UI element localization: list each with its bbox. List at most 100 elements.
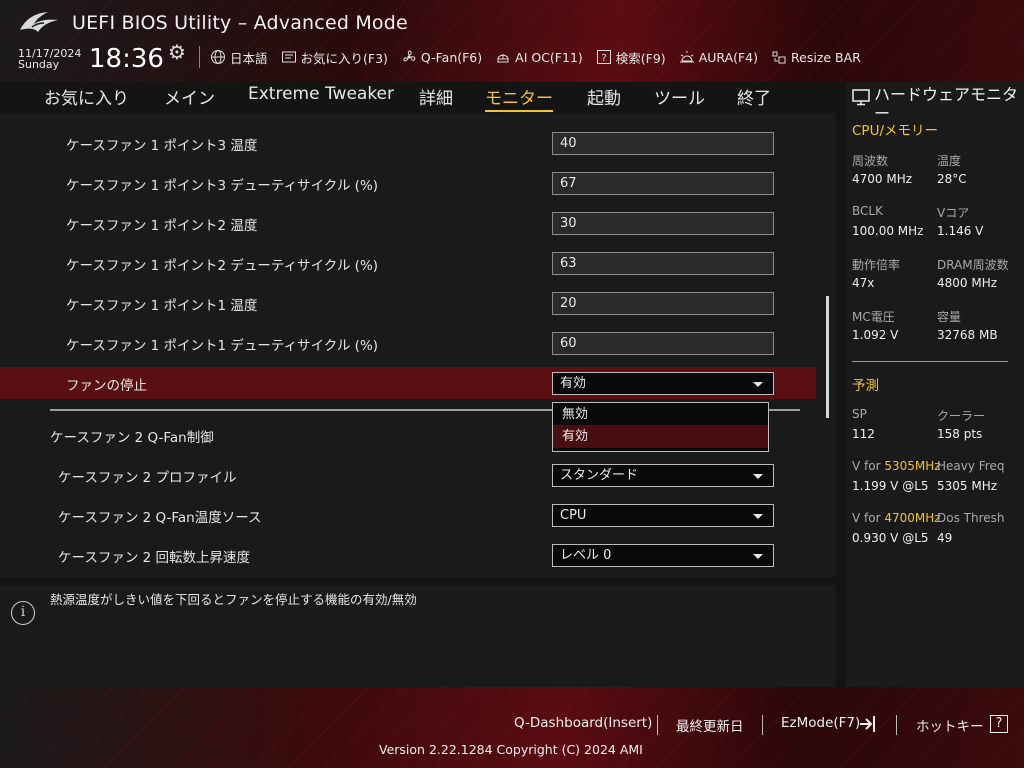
tab-advanced[interactable]: 詳細 xyxy=(419,84,453,109)
scrollbar[interactable] xyxy=(826,296,829,418)
step-up-select[interactable]: レベル 0 xyxy=(552,544,774,567)
toolbar: 日本語 お気に入り(F3) Q-Fan(F6) AI OC(F11) ? 検索(… xyxy=(210,46,874,68)
tab-exit[interactable]: 終了 xyxy=(737,84,771,109)
temp-source-select[interactable]: CPU xyxy=(552,504,774,527)
chevron-down-icon xyxy=(753,474,763,479)
footer-separator xyxy=(657,715,658,735)
monitor-icon xyxy=(852,89,870,106)
tab-monitor[interactable]: モニター xyxy=(485,84,553,112)
footer-bar: Q-Dashboard(Insert) 最終更新日 EzMode(F7) ホット… xyxy=(0,687,1024,768)
temperature-label: 温度 xyxy=(937,154,962,168)
tab-main[interactable]: メイン xyxy=(164,84,215,109)
q-dashboard-button[interactable]: Q-Dashboard(Insert) xyxy=(514,715,652,731)
tab-boot[interactable]: 起動 xyxy=(587,84,621,109)
ai-oc-button[interactable]: AI OC(F11) xyxy=(495,49,583,65)
info-icon: i xyxy=(11,601,35,625)
setting-row[interactable]: ケースファン 2 プロファイル スタンダード xyxy=(0,459,816,491)
setting-row[interactable]: ケースファン 2 回転数上昇速度 レベル 0 xyxy=(0,539,816,571)
value-field[interactable]: 63 xyxy=(552,252,774,275)
value-field[interactable]: 40 xyxy=(552,132,774,155)
globe-icon xyxy=(210,49,226,65)
monitor-divider xyxy=(852,361,1008,362)
fan-stop-dropdown: 無効 有効 xyxy=(552,402,769,452)
tab-tool[interactable]: ツール xyxy=(654,84,705,109)
qfan-button[interactable]: Q-Fan(F6) xyxy=(401,49,482,65)
toolbar-separator xyxy=(199,46,200,68)
exit-arrow-icon[interactable] xyxy=(858,714,878,734)
v-for-dos-value: 0.930 V @L5 xyxy=(852,531,929,545)
resize-bar-button[interactable]: Resize BAR xyxy=(771,49,861,65)
help-panel: i 熱源温度がしきい値を下回るとファンを停止する機能の有効/無効 xyxy=(0,585,836,687)
capacity-value: 32768 MB xyxy=(937,328,998,342)
v-for-heavy-value: 1.199 V @L5 xyxy=(852,479,929,493)
help-search-icon: ? xyxy=(596,49,612,65)
ai-oc-label: AI OC(F11) xyxy=(515,49,583,65)
favorites-icon xyxy=(281,49,297,65)
day-text: Sunday xyxy=(18,58,60,71)
section-label: ケースファン 2 Q-Fan制御 xyxy=(50,430,214,446)
language-button[interactable]: 日本語 xyxy=(210,48,268,67)
chevron-down-icon xyxy=(753,382,763,387)
ratio-value: 47x xyxy=(852,276,875,290)
monitor-title: ハードウェアモニター xyxy=(874,85,1019,123)
setting-label: ケースファン 1 ポイント3 デューティサイクル (%) xyxy=(66,178,379,194)
setting-row[interactable]: ケースファン 1 ポイント3 温度 40 xyxy=(0,127,816,159)
hotkeys-button[interactable]: ホットキー xyxy=(916,715,984,735)
setting-row[interactable]: ケースファン 1 ポイント1 デューティサイクル (%) 60 xyxy=(0,327,816,359)
aura-button[interactable]: AURA(F4) xyxy=(679,49,758,65)
footer-separator xyxy=(762,715,763,735)
mc-voltage-label: MC電圧 xyxy=(852,310,895,324)
setting-label: ファンの停止 xyxy=(66,378,147,394)
favorites-button[interactable]: お気に入り(F3) xyxy=(281,48,388,67)
last-modified-button[interactable]: 最終更新日 xyxy=(676,715,744,735)
sp-value: 112 xyxy=(852,427,875,441)
sp-label: SP xyxy=(852,407,867,421)
setting-label: ケースファン 2 Q-Fan温度ソース xyxy=(58,510,262,526)
setting-row[interactable]: ケースファン 1 ポイント2 温度 30 xyxy=(0,207,816,239)
header-bar: UEFI BIOS Utility – Advanced Mode 11/17/… xyxy=(0,0,1024,82)
dropdown-option-enabled[interactable]: 有効 xyxy=(553,425,768,448)
ratio-label: 動作倍率 xyxy=(852,258,901,272)
question-icon[interactable]: ? xyxy=(990,715,1008,733)
label-highlight: 4700MHz xyxy=(884,511,941,525)
hardware-monitor-panel: ハードウェアモニター CPU/メモリー 周波数 4700 MHz 温度 28°C… xyxy=(845,82,1024,687)
ai-oc-icon xyxy=(495,49,511,65)
value-field[interactable]: 67 xyxy=(552,172,774,195)
ezmode-button[interactable]: EzMode(F7) xyxy=(781,715,860,731)
search-label: 検索(F9) xyxy=(615,50,666,66)
fan-stop-select[interactable]: 有効 xyxy=(552,372,774,395)
search-button[interactable]: ? 検索(F9) xyxy=(596,48,666,67)
setting-row[interactable]: ケースファン 1 ポイント3 デューティサイクル (%) 67 xyxy=(0,167,816,199)
dropdown-option-disabled[interactable]: 無効 xyxy=(553,403,768,426)
help-text: 熱源温度がしきい値を下回るとファンを停止する機能の有効/無効 xyxy=(50,592,417,607)
capacity-label: 容量 xyxy=(937,310,962,324)
language-label: 日本語 xyxy=(230,50,268,66)
mc-voltage-value: 1.092 V xyxy=(852,328,899,342)
value-field[interactable]: 20 xyxy=(552,292,774,315)
value-field[interactable]: 30 xyxy=(552,212,774,235)
footer-separator xyxy=(896,715,897,735)
tab-favorites[interactable]: お気に入り xyxy=(44,84,129,109)
version-text: Version 2.22.1284 Copyright (C) 2024 AMI xyxy=(379,742,643,757)
bclk-label: BCLK xyxy=(852,204,883,218)
setting-row[interactable]: ケースファン 2 Q-Fan温度ソース CPU xyxy=(0,499,816,531)
value-field[interactable]: 60 xyxy=(552,332,774,355)
setting-label: ケースファン 1 ポイント2 デューティサイクル (%) xyxy=(66,258,379,274)
fan-icon xyxy=(401,49,417,65)
setting-label: ケースファン 1 ポイント3 温度 xyxy=(66,138,258,154)
setting-label: ケースファン 1 ポイント1 温度 xyxy=(66,298,258,314)
resize-bar-icon xyxy=(771,49,787,65)
main-nav: お気に入り メイン Extreme Tweaker 詳細 モニター 起動 ツール… xyxy=(0,82,836,112)
setting-row[interactable]: ケースファン 1 ポイント1 温度 20 xyxy=(0,287,816,319)
gear-icon[interactable]: ⚙ xyxy=(168,40,186,64)
bclk-value: 100.00 MHz xyxy=(852,224,924,238)
tab-extreme-tweaker[interactable]: Extreme Tweaker xyxy=(248,84,394,104)
setting-row-selected[interactable]: ファンの停止 有効 xyxy=(0,367,816,399)
cooler-value: 158 pts xyxy=(937,427,983,441)
setting-row[interactable]: ケースファン 1 ポイント2 デューティサイクル (%) 63 xyxy=(0,247,816,279)
resize-bar-label: Resize BAR xyxy=(791,49,861,65)
profile-select[interactable]: スタンダード xyxy=(552,464,774,487)
select-value: 有効 xyxy=(560,376,587,391)
label-prefix: V for xyxy=(852,511,885,525)
aura-label: AURA(F4) xyxy=(698,49,759,65)
